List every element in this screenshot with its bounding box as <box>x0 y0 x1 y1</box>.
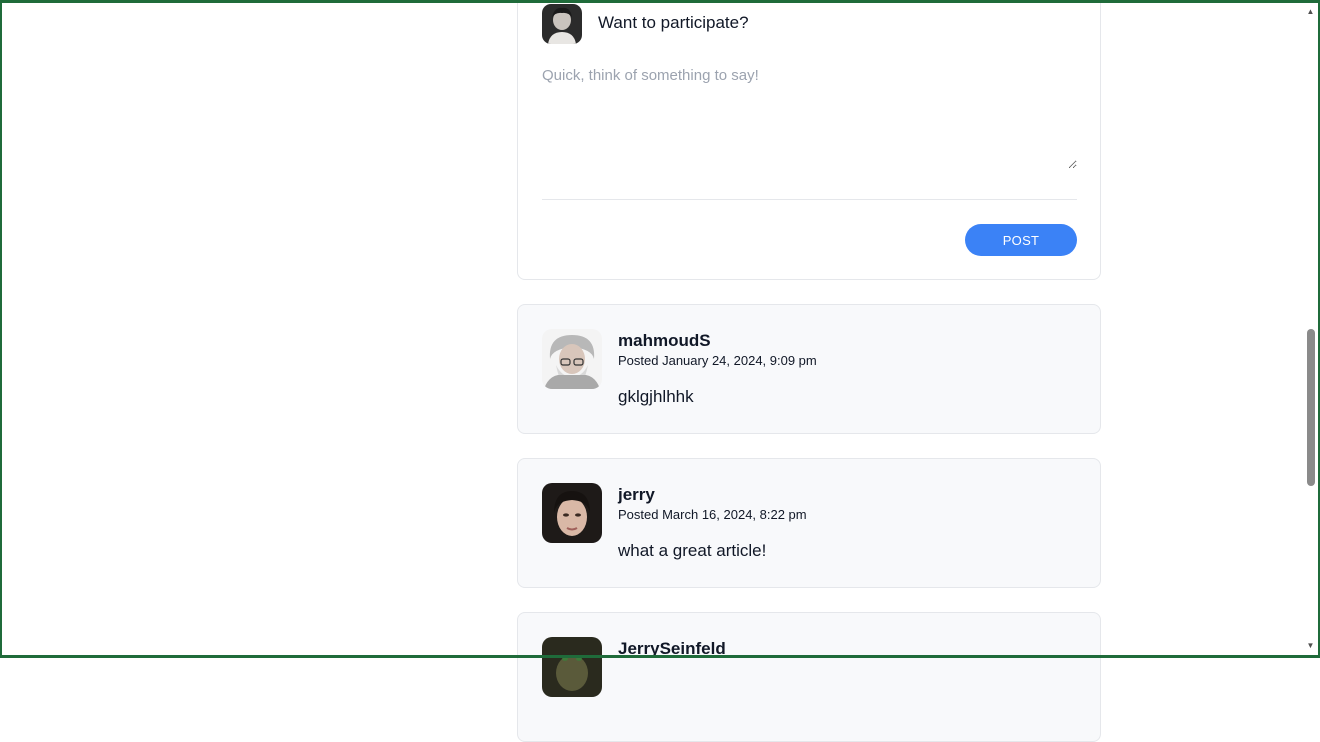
comment-composer: Want to participate? POST <box>517 0 1101 280</box>
comment-item: JerrySeinfeld <box>517 612 1101 742</box>
composer-prompt: Want to participate? <box>598 13 749 32</box>
comment-input[interactable] <box>542 61 1077 169</box>
avatar <box>542 637 602 697</box>
comment-timestamp: Posted March 16, 2024, 8:22 pm <box>618 507 807 522</box>
avatar <box>542 329 602 389</box>
post-button[interactable]: POST <box>965 224 1077 256</box>
comment-item: jerry Posted March 16, 2024, 8:22 pm wha… <box>517 458 1101 588</box>
comment-timestamp: Posted January 24, 2024, 9:09 pm <box>618 353 817 368</box>
composer-divider <box>542 199 1077 200</box>
scrollbar-thumb[interactable] <box>1307 329 1315 486</box>
comment-author: JerrySeinfeld <box>618 639 726 658</box>
comment-text: gklgjhlhhk <box>618 387 694 406</box>
triangle-up-icon[interactable]: ▲ <box>1303 5 1318 19</box>
vertical-scrollbar[interactable]: ▲ ▼ <box>1303 3 1318 655</box>
comment-author: mahmoudS <box>618 331 711 350</box>
avatar <box>542 483 602 543</box>
comment-item: mahmoudS Posted January 24, 2024, 9:09 p… <box>517 304 1101 434</box>
current-user-avatar <box>542 4 582 44</box>
triangle-down-icon[interactable]: ▼ <box>1303 639 1318 653</box>
comment-author: jerry <box>618 485 655 504</box>
comment-text: what a great article! <box>618 541 767 560</box>
